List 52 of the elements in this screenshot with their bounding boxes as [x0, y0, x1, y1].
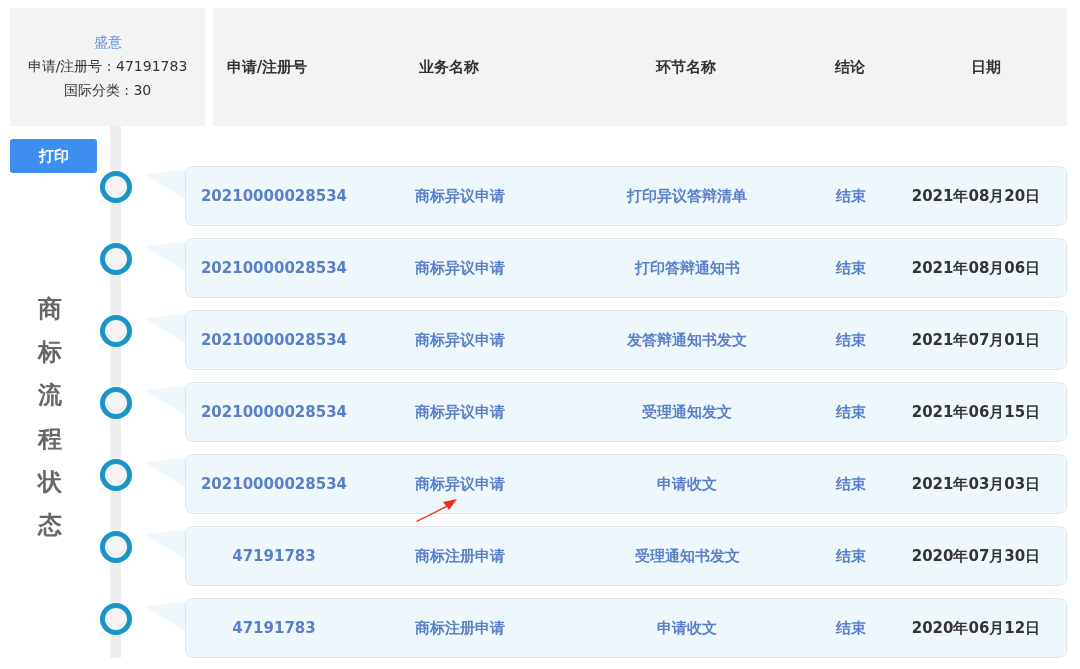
timeline-node	[100, 171, 132, 203]
result-text: 结束	[836, 618, 866, 638]
result-text: 结束	[836, 474, 866, 494]
step-name: 打印异议答辩清单	[627, 186, 747, 206]
timeline-node	[100, 459, 132, 491]
business-name: 商标注册申请	[415, 618, 505, 638]
date-text: 2020年06月12日	[911, 618, 1041, 638]
step-name: 申请收文	[657, 618, 717, 638]
business-name: 商标异议申请	[415, 186, 505, 206]
step-name: 发答辩通知书发文	[627, 330, 747, 350]
business-name: 商标异议申请	[415, 258, 505, 278]
timeline-node	[100, 603, 132, 635]
application-number: 47191783	[232, 547, 316, 565]
step-name: 申请收文	[657, 474, 717, 494]
class-number: 国际分类 : 30	[63, 82, 152, 100]
business-name: 商标异议申请	[415, 330, 505, 350]
timeline-node	[100, 243, 132, 275]
date-text: 2021年06月15日	[911, 402, 1041, 422]
business-name: 商标注册申请	[415, 546, 505, 566]
mark-name: 盛意	[93, 34, 122, 52]
business-name: 商标异议申请	[415, 474, 505, 494]
result-text: 结束	[836, 186, 866, 206]
application-number: 20210000028534	[200, 403, 348, 421]
date-text: 2021年08月06日	[911, 258, 1041, 278]
step-name: 受理通知书发文	[634, 546, 740, 566]
date-text: 2021年03月03日	[911, 474, 1041, 494]
result-text: 结束	[836, 402, 866, 422]
result-text: 结束	[836, 330, 866, 350]
result-text: 结束	[836, 546, 866, 566]
business-name: 商标异议申请	[415, 402, 505, 422]
application-number: 20210000028534	[200, 259, 348, 277]
column-header: 业务名称	[419, 57, 479, 77]
timeline-node	[100, 531, 132, 563]
column-header: 日期	[971, 57, 1001, 77]
column-header: 环节名称	[656, 57, 716, 77]
timeline-node	[100, 315, 132, 347]
date-text: 2021年08月20日	[911, 186, 1041, 206]
application-number: 20210000028534	[200, 187, 348, 205]
date-text: 2020年07月30日	[911, 546, 1041, 566]
registration-number: 申请/注册号 : 47191783	[27, 58, 188, 76]
application-number: 47191783	[232, 619, 316, 637]
result-text: 结束	[836, 258, 866, 278]
date-text: 2021年07月01日	[911, 330, 1041, 350]
step-name: 打印答辩通知书	[634, 258, 740, 278]
print-button[interactable]: 打印	[10, 139, 97, 173]
application-number: 20210000028534	[200, 331, 348, 349]
side-label: 商标流程状态	[38, 294, 62, 541]
timeline-node	[100, 387, 132, 419]
application-number: 20210000028534	[200, 475, 348, 493]
column-header: 申请/注册号	[226, 57, 308, 77]
column-header: 结论	[835, 57, 865, 77]
step-name: 受理通知发文	[642, 402, 732, 422]
